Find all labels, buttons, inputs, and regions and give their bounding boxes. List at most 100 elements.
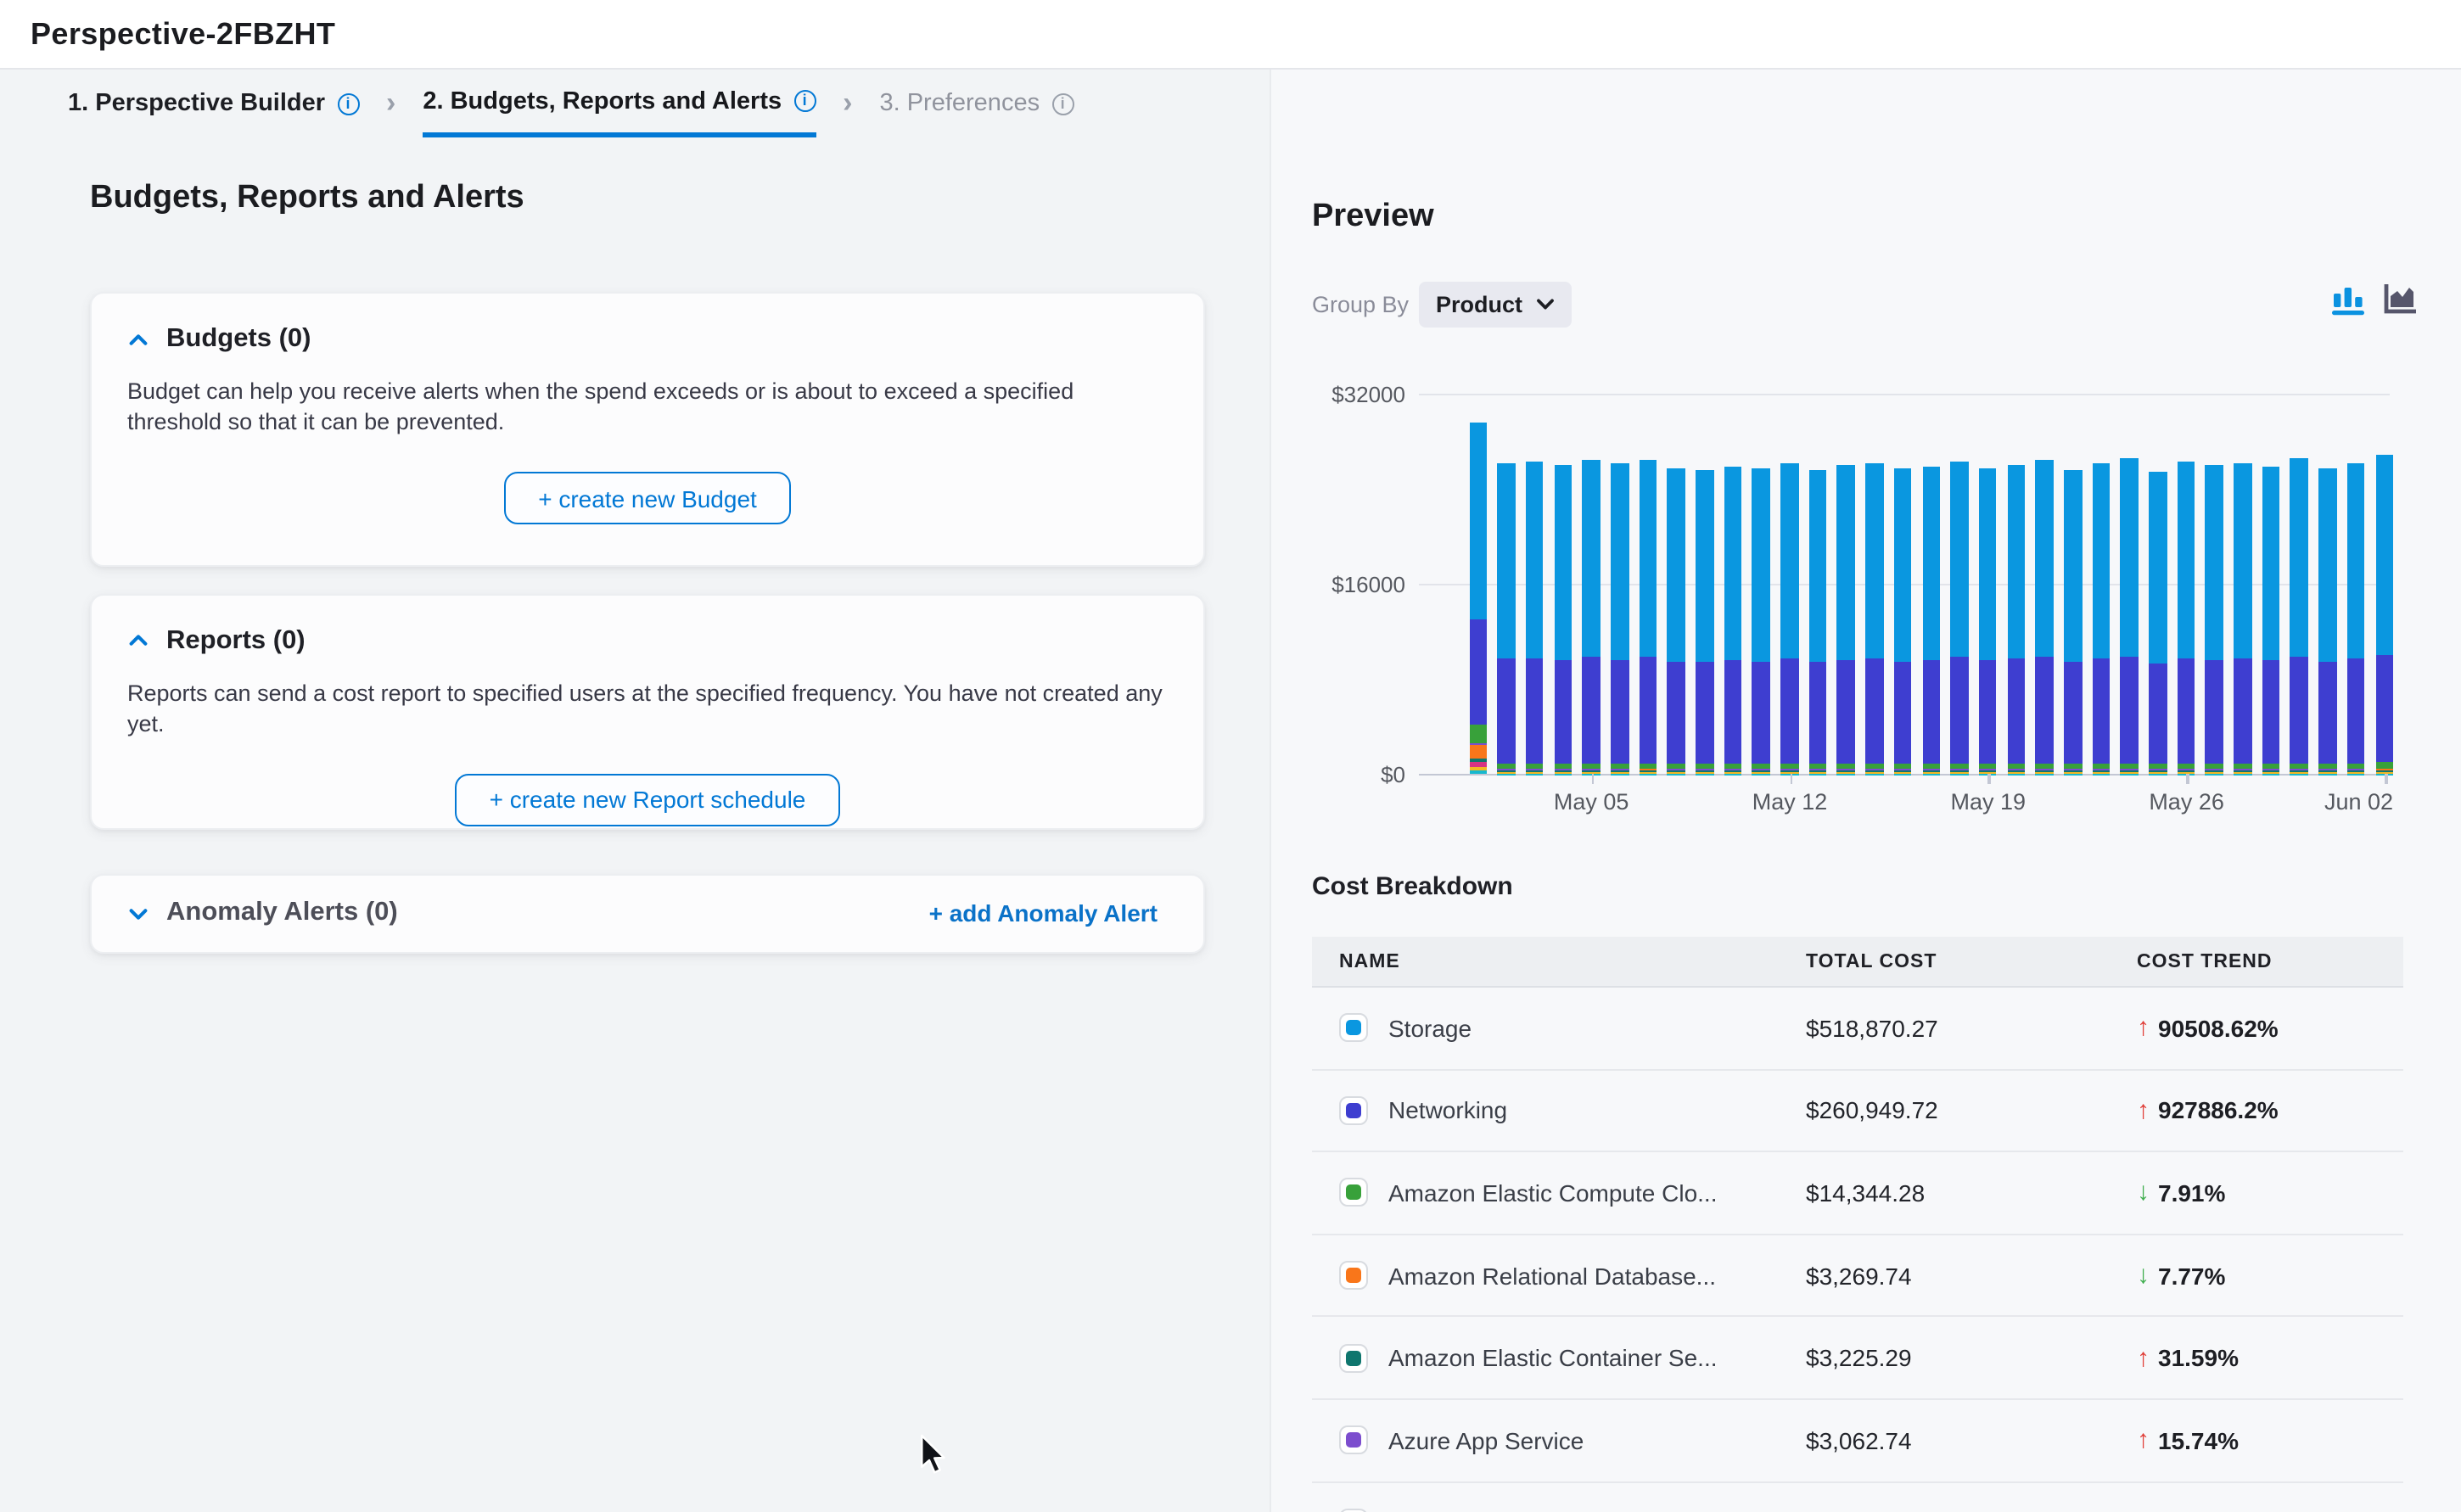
row-name: Amazon Elastic Compute Clo... — [1388, 1179, 1718, 1207]
stacked-bar[interactable] — [1837, 466, 1855, 774]
stacked-bar[interactable] — [2036, 459, 2054, 774]
stacked-bar[interactable] — [2092, 462, 2110, 774]
row-total-cost: $518,870.27 — [1806, 1015, 2137, 1042]
stacked-bar[interactable] — [1950, 461, 1968, 774]
bar-segment-storage — [2121, 459, 2139, 658]
preview-stacked-bar-chart: May 05May 12May 19May 26Jun 02 — [1419, 394, 2390, 774]
bar-segment-storage — [1865, 463, 1883, 658]
bar-segment-storage — [2177, 462, 2195, 658]
trend-percent: 90508.62% — [2158, 1015, 2279, 1042]
stacked-bar[interactable] — [1583, 460, 1600, 774]
cost-breakdown-row[interactable]: Amazon Relational Database...$3,269.74↓7… — [1312, 1235, 2403, 1318]
stacked-bar[interactable] — [1469, 423, 1487, 774]
bar-segment-networking — [1809, 662, 1827, 764]
row-total-cost: $3,269.74 — [1806, 1262, 2137, 1289]
bar-segment-networking — [2290, 657, 2308, 763]
stacked-bar[interactable] — [2375, 455, 2393, 774]
bar-chart-icon[interactable] — [2332, 282, 2368, 317]
wizard-tab-3[interactable]: 3. Preferencesi — [879, 70, 1074, 137]
stacked-bar[interactable] — [1894, 469, 1912, 774]
stacked-bar[interactable] — [1752, 468, 1770, 774]
stacked-bar[interactable] — [1668, 468, 1685, 774]
wizard-tab-1[interactable]: 1. Perspective Builderi — [68, 70, 359, 137]
stacked-bar[interactable] — [2121, 459, 2139, 774]
x-axis-label: May 12 — [1752, 789, 1828, 815]
bar-segment-other — [1469, 762, 1487, 768]
stacked-bar[interactable] — [1865, 463, 1883, 774]
bar-segment-networking — [1752, 661, 1770, 764]
chevron-down-icon[interactable] — [127, 903, 149, 925]
series-color-swatch[interactable] — [1339, 1014, 1368, 1043]
trend-up-arrow-icon: ↑ — [2137, 1426, 2150, 1455]
bar-segment-networking — [2149, 663, 2167, 764]
info-icon[interactable]: i — [793, 90, 816, 112]
y-axis-label: $16000 — [1290, 572, 1405, 597]
trend-up-arrow-icon: ↑ — [2137, 1096, 2150, 1125]
x-axis-tick — [1591, 774, 1594, 784]
create-report-schedule-button[interactable]: + create new Report schedule — [456, 774, 840, 826]
cost-breakdown-row[interactable]: Amazon Elastic Compute Clo...$14,344.28↓… — [1312, 1152, 2403, 1235]
section-heading: Budgets, Reports and Alerts — [90, 180, 524, 217]
stacked-bar[interactable] — [1554, 465, 1572, 774]
stacked-bar[interactable] — [2234, 463, 2251, 774]
chevron-up-icon[interactable] — [127, 630, 149, 652]
stacked-bar[interactable] — [1497, 463, 1515, 774]
stacked-bar[interactable] — [1639, 460, 1657, 774]
series-color-swatch[interactable] — [1339, 1343, 1368, 1372]
trend-percent: 7.77% — [2158, 1262, 2225, 1289]
stacked-bar[interactable] — [2149, 472, 2167, 774]
stacked-bar[interactable] — [2007, 464, 2025, 774]
x-axis-tick — [2187, 774, 2189, 784]
bar-segment-networking — [1979, 661, 1997, 764]
stacked-bar[interactable] — [2206, 465, 2223, 774]
info-icon[interactable]: i — [337, 92, 359, 115]
cost-breakdown-row[interactable]: Elastic Load Balancing$2,359.78↓2.8% — [1312, 1482, 2403, 1512]
x-axis-tick — [2385, 774, 2387, 784]
cost-breakdown-row[interactable]: Azure App Service$3,062.74↑15.74% — [1312, 1400, 2403, 1482]
stacked-bar[interactable] — [1611, 464, 1629, 774]
series-color-swatch[interactable] — [1339, 1509, 1368, 1512]
stacked-bar[interactable] — [1780, 462, 1798, 774]
cost-breakdown-row[interactable]: Networking$260,949.72↑927886.2% — [1312, 1070, 2403, 1152]
stacked-bar[interactable] — [2318, 469, 2336, 774]
stacked-bar[interactable] — [1696, 470, 1713, 774]
stacked-bar[interactable] — [2290, 458, 2308, 774]
chevron-up-icon[interactable] — [127, 328, 149, 350]
stacked-bar[interactable] — [1979, 468, 1997, 774]
bar-segment-storage — [1752, 468, 1770, 661]
budgets-title: Budgets (0) — [166, 324, 311, 355]
bar-segment-networking — [1865, 659, 1883, 764]
stacked-bar[interactable] — [2262, 467, 2280, 774]
info-icon[interactable]: i — [1051, 92, 1074, 115]
series-color-swatch[interactable] — [1339, 1261, 1368, 1290]
stacked-bar[interactable] — [1526, 462, 1544, 774]
wizard-tab-2[interactable]: 2. Budgets, Reports and Alertsi — [423, 70, 816, 137]
cost-breakdown-table: NAME TOTAL COST COST TREND Storage$518,8… — [1312, 937, 2403, 1512]
area-chart-icon[interactable] — [2383, 282, 2419, 317]
series-color-swatch[interactable] — [1339, 1096, 1368, 1125]
row-total-cost: $260,949.72 — [1806, 1097, 2137, 1124]
bar-segment-storage — [1724, 467, 1741, 660]
stacked-bar[interactable] — [1809, 471, 1827, 774]
stacked-bar[interactable] — [1922, 467, 1940, 774]
series-color-swatch[interactable] — [1339, 1426, 1368, 1455]
bar-segment-storage — [2234, 463, 2251, 659]
row-cost-trend: ↓7.77% — [2137, 1261, 2430, 1290]
stacked-bar[interactable] — [2177, 462, 2195, 774]
group-by-dropdown[interactable]: Product — [1419, 282, 1572, 328]
bar-segment-networking — [1526, 658, 1544, 764]
cost-breakdown-row[interactable]: Storage$518,870.27↑90508.62% — [1312, 988, 2403, 1070]
x-axis-tick — [1988, 774, 1991, 784]
cost-breakdown-row[interactable]: Amazon Elastic Container Se...$3,225.29↑… — [1312, 1318, 2403, 1400]
stacked-bar[interactable] — [1724, 467, 1741, 774]
row-name: Amazon Elastic Container Se... — [1388, 1344, 1718, 1371]
stacked-bar[interactable] — [2347, 462, 2365, 774]
bars-container — [1469, 394, 2393, 774]
bar-segment-storage — [1668, 468, 1685, 661]
add-anomaly-alert-link[interactable]: + add Anomaly Alert — [919, 899, 1168, 929]
bar-segment-storage — [2007, 464, 2025, 659]
series-color-swatch[interactable] — [1339, 1179, 1368, 1207]
perspective-builder-page: Perspective-2FBZHT 1. Perspective Builde… — [0, 0, 2461, 1512]
stacked-bar[interactable] — [2064, 470, 2082, 774]
create-budget-button[interactable]: + create new Budget — [504, 473, 791, 525]
